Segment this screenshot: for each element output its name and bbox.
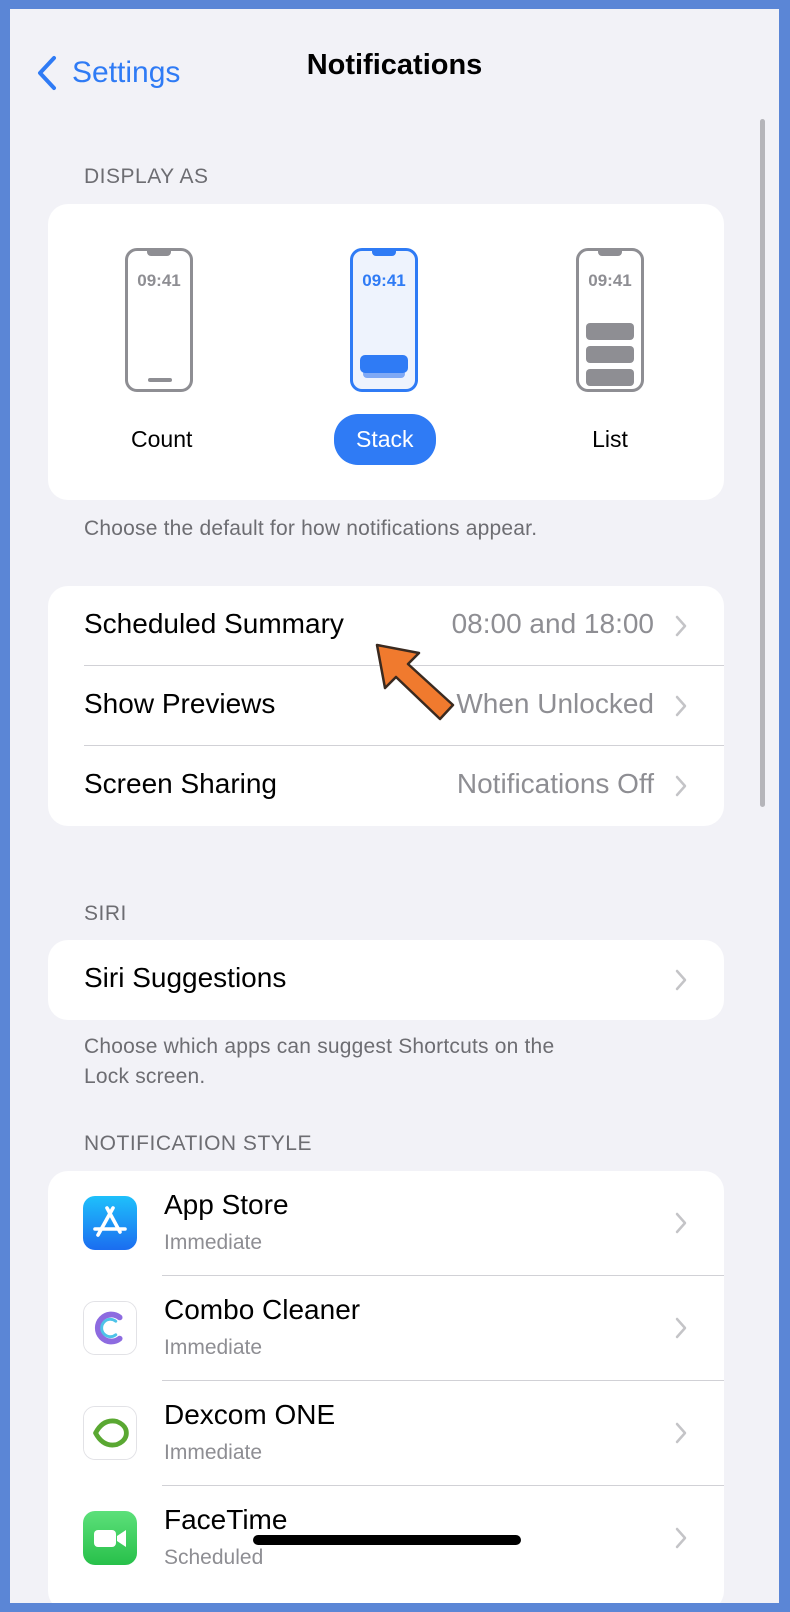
display-as-footer: Choose the default for how notifications…	[84, 517, 538, 540]
chevron-right-icon	[675, 1527, 687, 1549]
screen-sharing-row[interactable]: Screen Sharing Notifications Off	[48, 746, 724, 826]
page-title: Notifications	[306, 49, 483, 81]
siri-footer: Choose which apps can suggest Shortcuts …	[84, 1035, 555, 1088]
app-store-icon	[83, 1196, 137, 1250]
scrollbar[interactable]	[760, 119, 765, 807]
display-option-count[interactable]: 09:41 Count	[109, 248, 209, 465]
chevron-right-icon	[675, 1422, 687, 1444]
chevron-right-icon	[675, 615, 687, 637]
siri-suggestions-row[interactable]: Siri Suggestions	[48, 940, 724, 1020]
siri-header: SIRI	[84, 902, 127, 925]
home-indicator[interactable]	[253, 1535, 521, 1545]
combo-cleaner-icon	[83, 1301, 137, 1355]
siri-card: Siri Suggestions	[48, 940, 724, 1020]
display-option-stack[interactable]: 09:41 Stack	[334, 248, 436, 465]
app-row-app-store[interactable]: App Store Immediate	[48, 1171, 724, 1276]
count-label: Count	[131, 426, 193, 452]
chevron-right-icon	[675, 775, 687, 797]
notification-style-header: NOTIFICATION STYLE	[84, 1132, 312, 1155]
annotation-arrow-icon	[375, 643, 455, 721]
chevron-right-icon	[675, 1212, 687, 1234]
stack-label: Stack	[334, 414, 436, 465]
chevron-right-icon	[675, 695, 687, 717]
app-row-combo-cleaner[interactable]: Combo Cleaner Immediate	[48, 1276, 724, 1381]
list-label: List	[592, 426, 628, 452]
stack-phone-icon: 09:41	[350, 248, 418, 392]
list-phone-icon: 09:41	[576, 248, 644, 392]
display-as-card: 09:41 Count 09:41 Stack 09:41 List	[48, 204, 724, 500]
app-row-dexcom-one[interactable]: Dexcom ONE Immediate	[48, 1381, 724, 1486]
notifications-screen: Settings Notifications DISPLAY AS 09:41 …	[10, 9, 779, 1603]
facetime-icon	[83, 1511, 137, 1565]
count-phone-icon: 09:41	[125, 248, 193, 392]
navigation-bar: Settings Notifications	[10, 9, 779, 119]
dexcom-icon	[83, 1406, 137, 1460]
chevron-right-icon	[675, 969, 687, 991]
display-as-header: DISPLAY AS	[84, 165, 209, 188]
display-option-list[interactable]: 09:41 List	[560, 248, 660, 465]
chevron-right-icon	[675, 1317, 687, 1339]
